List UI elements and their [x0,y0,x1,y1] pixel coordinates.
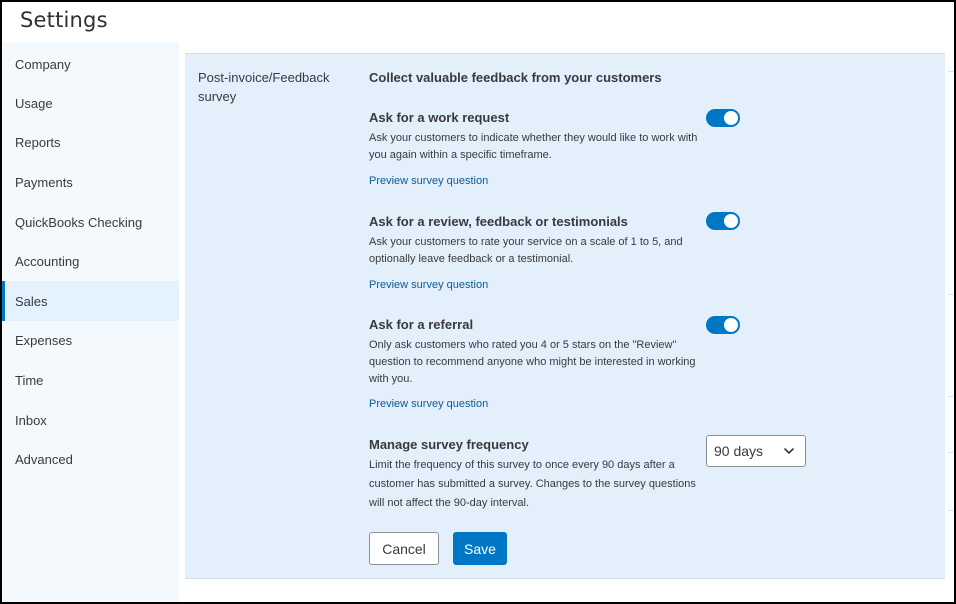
frequency-selected-value: 90 days [714,443,764,459]
sidebar-item-time[interactable]: Time [2,360,179,400]
sidebar-item-expenses[interactable]: Expenses [2,320,179,360]
sidebar-item-sales[interactable]: Sales [2,281,179,321]
sidebar-item-accounting[interactable]: Accounting [2,241,179,281]
preview-referral-link[interactable]: Preview survey question [369,398,488,410]
review-title: Ask for a review, feedback or testimonia… [369,214,628,229]
section-label: Post-invoice/Feedback survey [198,70,330,104]
sidebar-item-inbox[interactable]: Inbox [2,400,179,440]
frequency-title: Manage survey frequency [369,437,529,452]
work-request-title: Ask for a work request [369,110,510,125]
sidebar-item-reports[interactable]: Reports [2,122,179,162]
referral-description: Only ask customers who rated you 4 or 5 … [369,339,696,385]
sidebar-item-usage[interactable]: Usage [2,83,179,123]
work-request-description: Ask your customers to indicate whether t… [369,132,698,161]
preview-review-link[interactable]: Preview survey question [369,279,488,291]
toggle-knob [724,318,738,332]
toggle-knob [724,111,738,125]
feedback-survey-panel: Post-invoice/Feedback survey Collect val… [185,53,945,579]
cancel-button[interactable]: Cancel [369,532,439,565]
frequency-select[interactable]: 90 days [706,435,806,467]
work-request-toggle[interactable] [706,109,740,127]
section-divider [948,294,954,295]
panel-heading: Collect valuable feedback from your cust… [369,70,662,85]
sidebar-item-company[interactable]: Company [2,44,179,84]
preview-work-request-link[interactable]: Preview survey question [369,175,488,187]
sidebar-item-advanced[interactable]: Advanced [2,439,179,479]
save-button[interactable]: Save [453,532,507,565]
review-toggle[interactable] [706,212,740,230]
toggle-knob [724,214,738,228]
referral-toggle[interactable] [706,316,740,334]
settings-sidebar: Company Usage Reports Payments QuickBook… [2,42,179,602]
referral-title: Ask for a referral [369,317,474,332]
section-divider [948,510,954,511]
chevron-down-icon [784,448,794,454]
sidebar-item-quickbooks-checking[interactable]: QuickBooks Checking [2,202,179,242]
section-divider [948,71,954,72]
settings-window: Settings Company Usage Reports Payments … [0,0,956,604]
frequency-description: Limit the frequency of this survey to on… [369,459,696,509]
section-divider [948,396,954,397]
review-description: Ask your customers to rate your service … [369,236,683,265]
page-title: Settings [20,8,108,32]
section-divider [948,452,954,453]
sidebar-item-payments[interactable]: Payments [2,162,179,202]
